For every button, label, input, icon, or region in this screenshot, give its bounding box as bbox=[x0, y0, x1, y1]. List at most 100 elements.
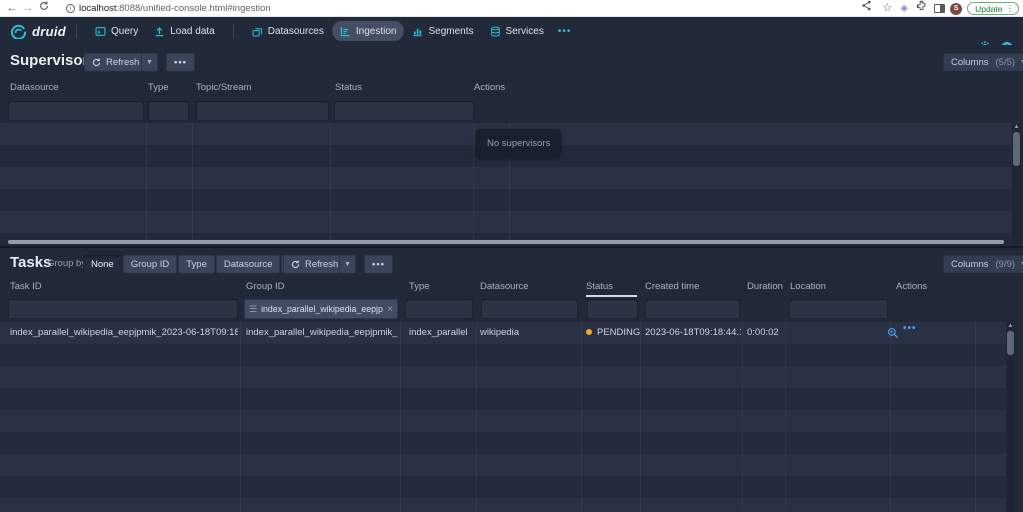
sup-vertical-scrollbar-thumb[interactable] bbox=[1013, 132, 1020, 166]
refresh-icon bbox=[92, 58, 101, 67]
bookmark-star-icon[interactable]: ☆ bbox=[879, 0, 895, 17]
supervisors-refresh-button[interactable]: Refresh bbox=[84, 53, 147, 72]
task-status-filter-input[interactable] bbox=[587, 299, 638, 319]
type-cell: index_parallel bbox=[409, 322, 474, 343]
side-panel-icon[interactable] bbox=[934, 4, 945, 13]
group-by-group-id-button[interactable]: Group ID bbox=[123, 255, 178, 274]
group-id-filter-tag[interactable]: ☰ index_parallel_wikipedia_eepjpmik_20 × bbox=[244, 299, 398, 319]
ingestion-icon bbox=[340, 26, 351, 37]
status-sort-indicator bbox=[586, 295, 637, 297]
status-cell: PENDING bbox=[586, 322, 640, 343]
task-id-filter-input[interactable] bbox=[8, 299, 238, 319]
task-details-magnify-icon[interactable] bbox=[887, 326, 899, 344]
task-col-created-time[interactable]: Created time bbox=[645, 281, 699, 292]
task-col-actions: Actions bbox=[896, 281, 927, 292]
gridline bbox=[400, 322, 401, 512]
tasks-vertical-scrollbar-thumb[interactable] bbox=[1007, 331, 1014, 355]
druid-logo[interactable]: druid bbox=[10, 24, 66, 39]
nav-item-query[interactable]: Query bbox=[87, 21, 146, 41]
extension-diamond-icon[interactable]: ◈ bbox=[900, 3, 908, 14]
nav-item-datasources[interactable]: Datasources bbox=[244, 21, 332, 41]
gridline bbox=[240, 322, 241, 512]
task-table-row[interactable]: index_parallel_wikipedia_eepjpmik_2023-0… bbox=[0, 322, 1006, 343]
sup-status-filter-input[interactable] bbox=[334, 101, 474, 121]
task-col-datasource[interactable]: Datasource bbox=[480, 281, 529, 292]
task-type-filter-input[interactable] bbox=[405, 299, 473, 319]
scroll-up-icon[interactable]: ▲ bbox=[1006, 322, 1015, 330]
group-by-datasource-button[interactable]: Datasource bbox=[216, 255, 281, 274]
supervisors-more-button[interactable]: ••• bbox=[166, 53, 195, 72]
supervisors-columns-button[interactable]: Columns(5/5)▼ bbox=[943, 53, 1023, 72]
tasks-table-body bbox=[0, 322, 1006, 512]
task-actions-more-icon[interactable]: ••• bbox=[903, 323, 917, 334]
sup-col-actions: Actions bbox=[474, 82, 505, 93]
extensions-puzzle-icon[interactable] bbox=[913, 0, 929, 17]
browser-toolbar: ← → i localhost:8088/unified-console.htm… bbox=[0, 0, 1023, 17]
sup-horizontal-scrollbar[interactable] bbox=[8, 240, 1004, 244]
sup-col-datasource[interactable]: Datasource bbox=[10, 82, 59, 93]
druid-logo-icon bbox=[10, 24, 27, 39]
browser-back-icon[interactable]: ← bbox=[4, 0, 20, 17]
task-col-type[interactable]: Type bbox=[409, 281, 430, 292]
task-col-group-id[interactable]: Group ID bbox=[246, 281, 285, 292]
supervisors-section: Supervisors Refresh ▼ ••• Columns(5/5)▼ … bbox=[0, 45, 1023, 246]
nav-divider bbox=[233, 24, 234, 38]
gridline bbox=[890, 322, 891, 512]
druid-logo-text: druid bbox=[32, 24, 66, 39]
task-datasource-filter-input[interactable] bbox=[481, 299, 578, 319]
group-by-type-button[interactable]: Type bbox=[178, 255, 215, 274]
task-id-cell: index_parallel_wikipedia_eepjpmik_2023-0… bbox=[10, 322, 238, 343]
browser-reload-icon[interactable] bbox=[36, 0, 52, 17]
task-col-duration[interactable]: Duration bbox=[747, 281, 783, 292]
sup-datasource-filter-input[interactable] bbox=[8, 101, 144, 121]
profile-avatar[interactable]: S bbox=[950, 3, 962, 15]
nav-item-load-data[interactable]: Load data bbox=[146, 21, 223, 41]
gridline bbox=[742, 322, 743, 512]
gridline bbox=[785, 322, 786, 512]
tasks-vertical-scrollbar-track[interactable]: ▲ bbox=[1006, 322, 1015, 512]
sup-vertical-scrollbar-track[interactable]: ▲ bbox=[1012, 123, 1021, 244]
sup-col-type[interactable]: Type bbox=[148, 82, 169, 93]
sup-col-status[interactable]: Status bbox=[335, 82, 362, 93]
tag-remove-icon[interactable]: × bbox=[387, 304, 393, 315]
browser-menu-icon[interactable]: ⋮ bbox=[1006, 3, 1015, 14]
segments-icon bbox=[412, 26, 423, 37]
task-col-status[interactable]: Status bbox=[586, 281, 613, 292]
gridline bbox=[975, 322, 976, 512]
task-created-filter-input[interactable] bbox=[645, 299, 740, 319]
nav-item-ingestion[interactable]: Ingestion bbox=[332, 21, 405, 41]
tasks-refresh-button[interactable]: Refresh bbox=[283, 255, 346, 274]
nav-more-icon[interactable]: ••• bbox=[552, 26, 578, 37]
group-id-cell: index_parallel_wikipedia_eepjpmik_2023-0… bbox=[246, 322, 398, 343]
task-col-task-id[interactable]: Task ID bbox=[10, 281, 42, 292]
task-col-location[interactable]: Location bbox=[790, 281, 826, 292]
tag-label: index_parallel_wikipedia_eepjpmik_20 bbox=[261, 304, 383, 314]
browser-update-button[interactable]: Update⋮ bbox=[967, 2, 1019, 15]
sup-col-topic-stream[interactable]: Topic/Stream bbox=[196, 82, 251, 93]
tasks-more-button[interactable]: ••• bbox=[364, 255, 393, 274]
services-icon bbox=[490, 26, 501, 37]
group-by-none-button[interactable]: None bbox=[83, 255, 122, 274]
site-info-icon[interactable]: i bbox=[66, 4, 75, 13]
gridline bbox=[473, 123, 474, 240]
tasks-refresh-caret-button[interactable]: ▼ bbox=[339, 255, 356, 274]
tasks-columns-button[interactable]: Columns(9/9)▼ bbox=[943, 255, 1023, 274]
sup-type-filter-input[interactable] bbox=[148, 101, 189, 121]
gridline bbox=[640, 322, 641, 512]
nav-item-segments[interactable]: Segments bbox=[404, 21, 481, 41]
browser-forward-icon[interactable]: → bbox=[20, 0, 36, 17]
task-location-filter-input[interactable] bbox=[789, 299, 888, 319]
tasks-section: Tasks Group by None Group ID Type Dataso… bbox=[0, 248, 1023, 512]
group-by-label: Group by bbox=[47, 258, 86, 269]
supervisors-refresh-caret-button[interactable]: ▼ bbox=[141, 53, 158, 72]
sup-topic-filter-input[interactable] bbox=[196, 101, 329, 121]
address-bar[interactable]: localhost:8088/unified-console.html#inge… bbox=[79, 3, 271, 14]
no-supervisors-message: No supervisors bbox=[476, 129, 561, 158]
gridline bbox=[146, 123, 147, 240]
url-path: :8088/unified-console.html#ingestion bbox=[117, 3, 271, 14]
nav-item-services[interactable]: Services bbox=[482, 21, 552, 41]
scroll-up-icon[interactable]: ▲ bbox=[1012, 123, 1021, 131]
share-icon[interactable] bbox=[858, 0, 874, 17]
url-host: localhost bbox=[79, 3, 117, 14]
load-data-icon bbox=[154, 26, 165, 37]
